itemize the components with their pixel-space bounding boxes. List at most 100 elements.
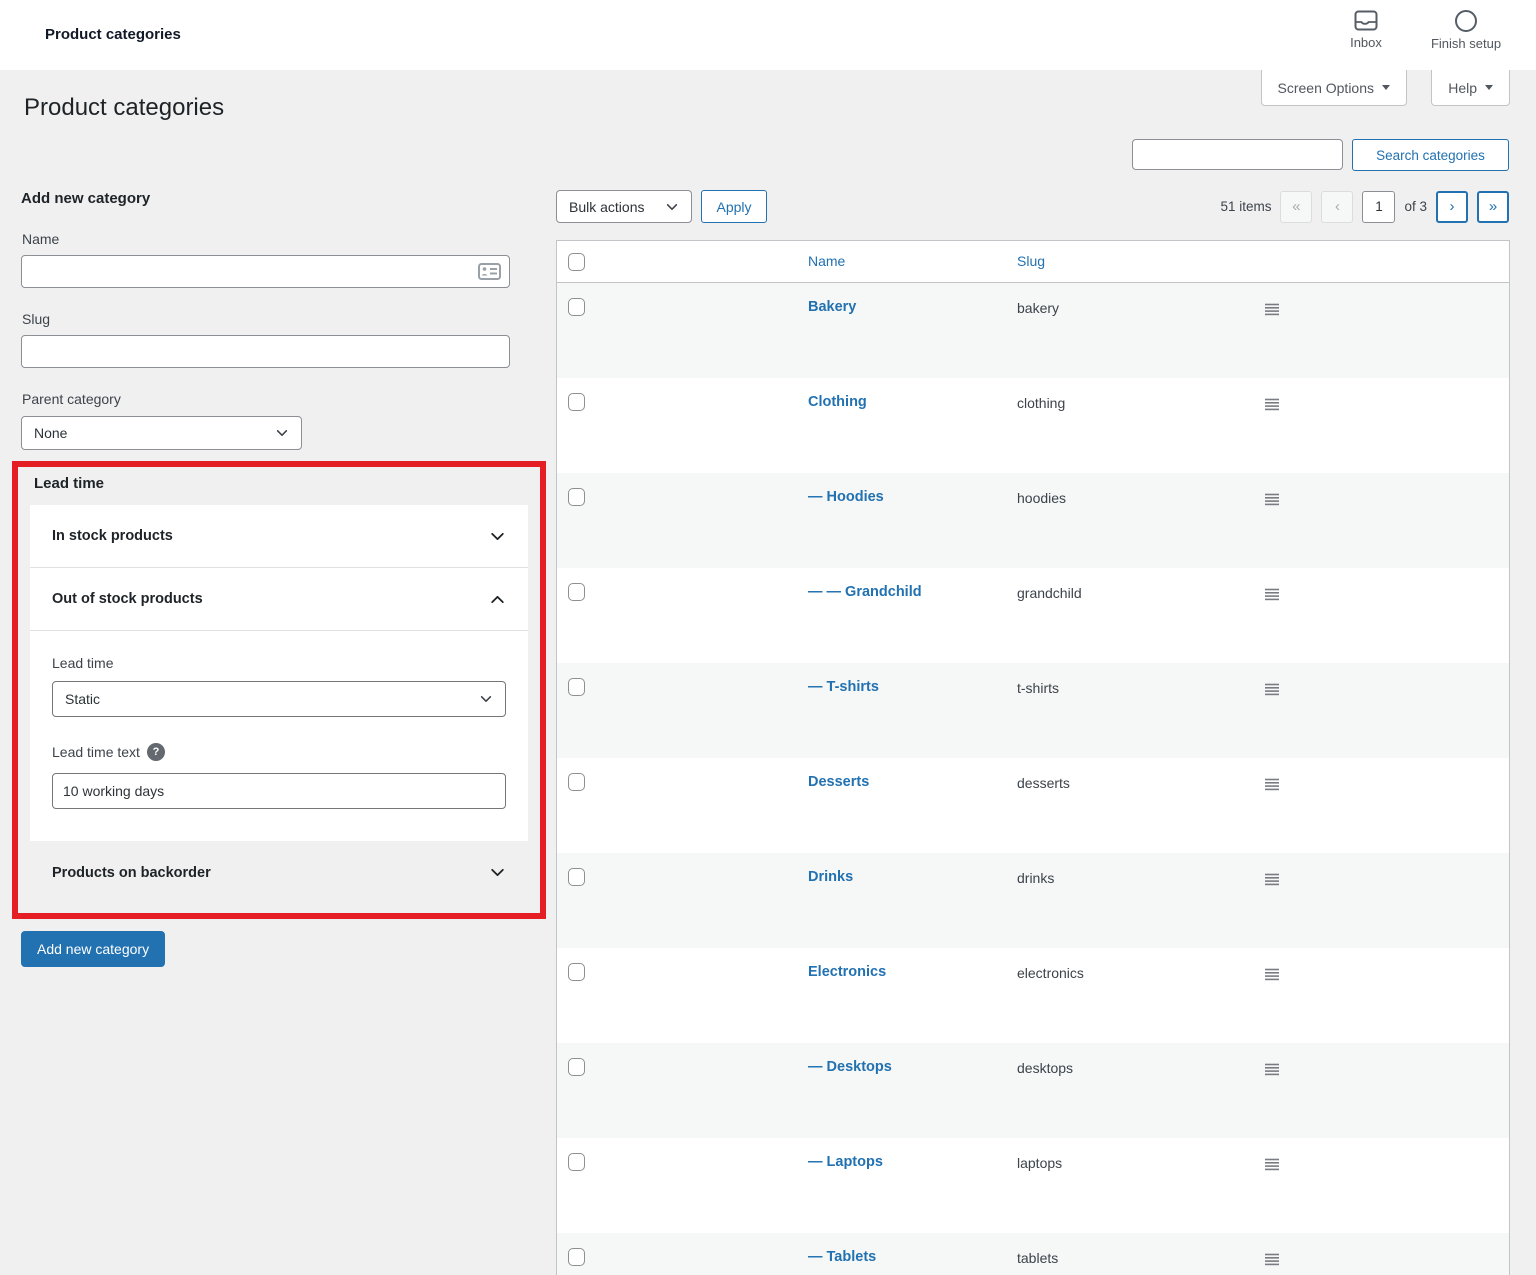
accordion-in-stock[interactable]: In stock products (30, 505, 528, 568)
row-checkbox[interactable] (568, 1248, 585, 1266)
category-slug: hoodies (1017, 490, 1066, 506)
lead-time-highlight-section: Lead time In stock products Out of stock… (12, 461, 546, 919)
table-row: — Laptops laptops (557, 1138, 1509, 1233)
drag-handle-icon[interactable] (1264, 683, 1280, 696)
screen-options-label: Screen Options (1278, 80, 1375, 96)
table-row: Desserts desserts (557, 758, 1509, 853)
caret-down-icon (1382, 85, 1390, 90)
chevron-down-icon (479, 692, 493, 706)
drag-handle-icon[interactable] (1264, 588, 1280, 601)
drag-handle-icon[interactable] (1264, 1063, 1280, 1076)
category-name-link[interactable]: — Tablets (808, 1249, 876, 1265)
category-slug: desserts (1017, 775, 1070, 791)
slug-label: Slug (22, 311, 50, 327)
slug-column-header[interactable]: Slug (1017, 253, 1045, 269)
slug-input[interactable] (21, 335, 510, 368)
row-checkbox[interactable] (568, 583, 585, 601)
help-icon[interactable]: ? (147, 743, 165, 761)
name-column-header[interactable]: Name (808, 253, 845, 269)
category-name-link[interactable]: Drinks (808, 869, 853, 885)
category-name-link[interactable]: Desserts (808, 774, 869, 790)
category-name-link[interactable]: — T-shirts (808, 679, 879, 695)
category-name-link[interactable]: — Hoodies (808, 489, 884, 505)
category-name-link[interactable]: Electronics (808, 964, 886, 980)
row-checkbox[interactable] (568, 678, 585, 696)
category-slug: laptops (1017, 1155, 1062, 1171)
table-row: — T-shirts t-shirts (557, 663, 1509, 758)
table-row: Drinks drinks (557, 853, 1509, 948)
pagination: 51 items « ‹ of 3 › » (1220, 190, 1509, 223)
table-row: — Hoodies hoodies (557, 473, 1509, 568)
drag-handle-icon[interactable] (1264, 493, 1280, 506)
name-input[interactable] (21, 255, 510, 288)
inbox-icon (1354, 10, 1378, 31)
parent-category-value: None (34, 425, 67, 441)
page-title: Product categories (24, 94, 224, 122)
drag-handle-icon[interactable] (1264, 1253, 1280, 1266)
screen-options-tab[interactable]: Screen Options (1261, 70, 1408, 106)
search-input[interactable] (1132, 139, 1343, 170)
drag-handle-icon[interactable] (1264, 303, 1280, 316)
drag-handle-icon[interactable] (1264, 873, 1280, 886)
lead-time-text-label: Lead time text ? (52, 743, 506, 761)
table-row: Bakery bakery (557, 283, 1509, 378)
lead-time-text-input[interactable] (52, 773, 506, 809)
chevron-down-icon (665, 200, 679, 214)
search-categories-button[interactable]: Search categories (1352, 139, 1509, 171)
last-page-button[interactable]: » (1477, 191, 1509, 223)
table-body: Bakery bakery Clothing clothing — Hoodie… (557, 283, 1509, 1275)
row-checkbox[interactable] (568, 963, 585, 981)
bulk-actions-select[interactable]: Bulk actions (556, 190, 692, 223)
total-pages-label: of 3 (1404, 199, 1427, 214)
row-checkbox[interactable] (568, 773, 585, 791)
chevron-down-icon (489, 864, 506, 881)
row-checkbox[interactable] (568, 393, 585, 411)
accordion-out-of-stock[interactable]: Out of stock products (30, 568, 528, 631)
admin-top-bar: Product categories Inbox Finish setup (0, 0, 1536, 70)
row-checkbox[interactable] (568, 1058, 585, 1076)
next-page-button[interactable]: › (1436, 191, 1468, 223)
setup-progress-icon (1455, 10, 1477, 32)
category-name-link[interactable]: Bakery (808, 299, 856, 315)
table-row: — Tablets tablets (557, 1233, 1509, 1275)
row-checkbox[interactable] (568, 868, 585, 886)
table-header-row: Name Slug (557, 241, 1509, 283)
out-of-stock-panel: Lead time Static Lead time text ? (30, 631, 528, 841)
caret-down-icon (1485, 85, 1493, 90)
category-name-link[interactable]: Clothing (808, 394, 867, 410)
add-new-category-button[interactable]: Add new category (21, 931, 165, 967)
row-checkbox[interactable] (568, 298, 585, 316)
row-checkbox[interactable] (568, 1153, 585, 1171)
finish-setup-button[interactable]: Finish setup (1421, 10, 1511, 51)
category-slug: tablets (1017, 1250, 1058, 1266)
category-slug: desktops (1017, 1060, 1073, 1076)
category-slug: drinks (1017, 870, 1054, 886)
add-category-heading: Add new category (21, 190, 150, 207)
accordion-backorder[interactable]: Products on backorder (30, 841, 528, 904)
table-row: Electronics electronics (557, 948, 1509, 1043)
lead-time-type-value: Static (65, 691, 100, 707)
category-name-link[interactable]: — — Grandchild (808, 584, 922, 600)
apply-button[interactable]: Apply (701, 190, 767, 223)
parent-category-select[interactable]: None (21, 416, 302, 450)
row-checkbox[interactable] (568, 488, 585, 506)
name-label: Name (22, 231, 59, 247)
drag-handle-icon[interactable] (1264, 1158, 1280, 1171)
drag-handle-icon[interactable] (1264, 398, 1280, 411)
help-label: Help (1448, 80, 1477, 96)
inbox-label: Inbox (1350, 35, 1382, 50)
in-stock-label: In stock products (52, 528, 173, 544)
backorder-label: Products on backorder (52, 865, 211, 881)
drag-handle-icon[interactable] (1264, 778, 1280, 791)
help-tab[interactable]: Help (1431, 70, 1510, 106)
current-page-input[interactable] (1362, 191, 1395, 223)
contact-card-icon[interactable] (478, 263, 501, 280)
table-row: Clothing clothing (557, 378, 1509, 473)
category-name-link[interactable]: — Desktops (808, 1059, 892, 1075)
lead-time-type-select[interactable]: Static (52, 681, 506, 717)
inbox-button[interactable]: Inbox (1336, 10, 1396, 50)
select-all-checkbox[interactable] (568, 253, 585, 271)
category-name-link[interactable]: — Laptops (808, 1154, 883, 1170)
chevron-up-icon (489, 591, 506, 608)
drag-handle-icon[interactable] (1264, 968, 1280, 981)
